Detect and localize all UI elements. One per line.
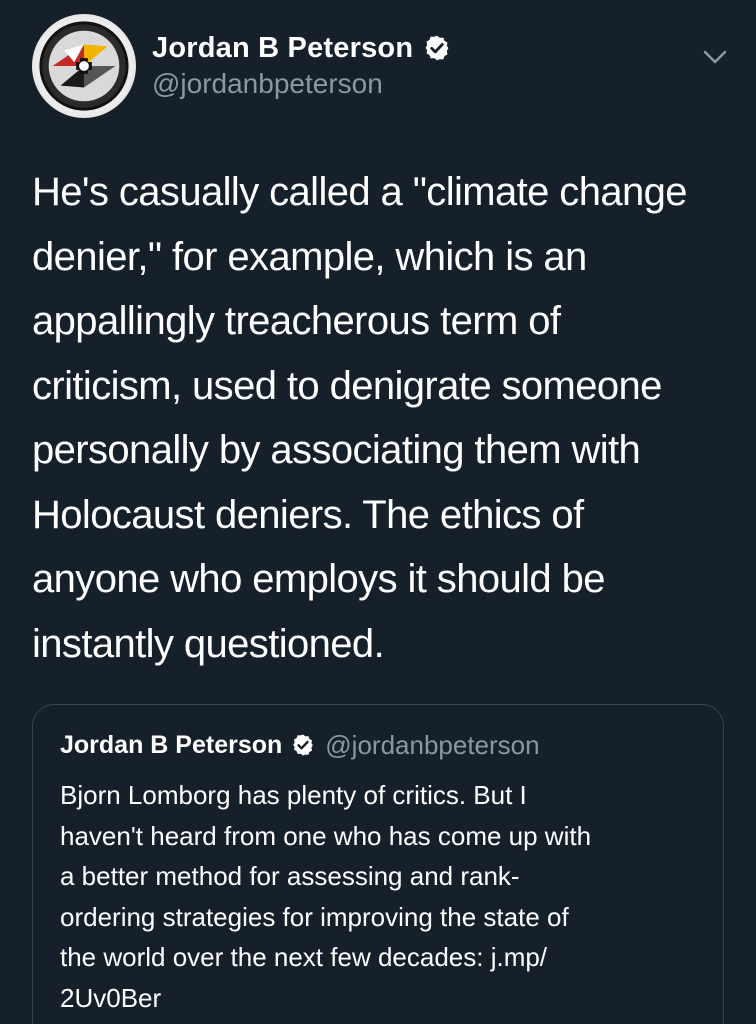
verified-badge-icon [293,734,314,756]
chevron-down-icon[interactable] [700,42,730,72]
tweet-text-line: appallingly treacherous term of [32,299,561,343]
quoted-handle: @jordanbpeterson [325,729,540,760]
avatar[interactable] [32,14,136,118]
tweet-text-line: anyone who employs it should be [32,557,605,601]
quoted-tweet-text: Bjorn Lomborg has plenty of critics. But… [60,775,710,1018]
quoted-text-line[interactable]: 2Uv0Ber [60,978,710,1019]
quoted-text-line: a better method for assessing and rank- [60,861,520,891]
quoted-display-name: Jordan B Peterson [60,730,283,759]
tweet: Jordan B Peterson @jordanbpeterson He's … [0,0,756,1024]
tweet-text: He's casually called a "climate change d… [32,160,732,676]
quoted-tweet-card[interactable]: Jordan B Peterson @jordanbpeterson Bjorn… [32,704,724,1024]
handle[interactable]: @jordanbpeterson [152,68,451,100]
tweet-text-line: He's casually called a "climate change [32,170,688,214]
quoted-text-line: ordering strategies for improving the st… [60,901,569,932]
tweet-text-line: instantly questioned. [32,621,385,666]
quoted-text-line: Bjorn Lomborg has plenty of critics. But… [60,780,527,810]
tweet-text-line: denier," for example, which is an [32,234,587,279]
quoted-tweet-header: Jordan B Peterson @jordanbpeterson [60,725,540,765]
tweet-header: Jordan B Peterson @jordanbpeterson [32,14,732,124]
avatar-logo-icon [35,17,133,115]
verified-badge-icon [425,35,449,61]
author-names: Jordan B Peterson @jordanbpeterson [152,28,451,100]
tweet-text-line: Holocaust deniers. The ethics of [32,492,584,537]
display-name-row: Jordan B Peterson [152,28,451,68]
tweet-text-line: personally by associating them with [32,428,641,472]
tweet-text-line: criticism, used to denigrate someone [32,363,662,408]
display-name[interactable]: Jordan B Peterson [152,32,413,65]
quoted-text-line: haven't heard from one who has come up w… [60,820,592,851]
quoted-text-line: the world over the next few decades: j.m… [60,942,548,972]
